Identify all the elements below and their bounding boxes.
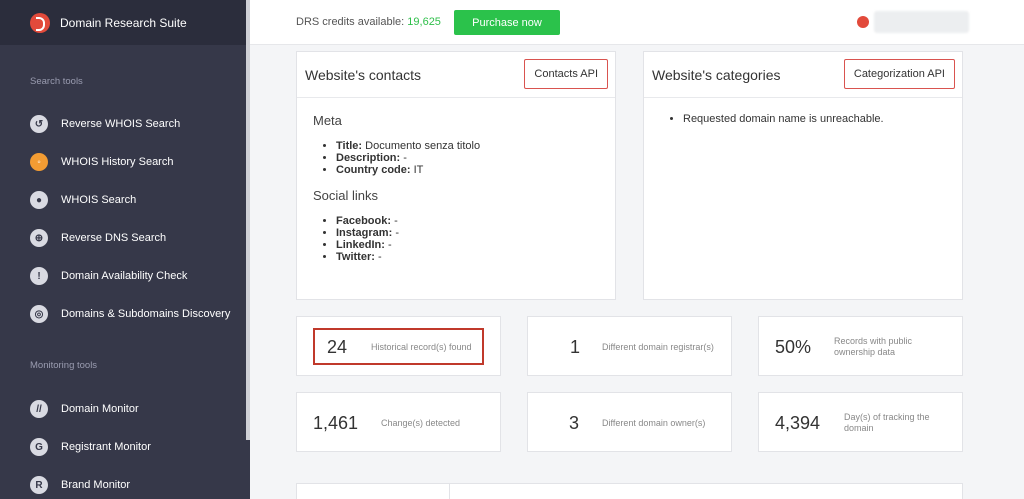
sidebar-item-label: WHOIS Search [61,194,137,206]
user-account-redacted[interactable] [874,11,969,33]
sidebar-item-subdomains-discovery[interactable]: ◎ Domains & Subdomains Discovery [30,304,230,324]
sidebar-item-registrant-monitor[interactable]: G Registrant Monitor [30,437,151,457]
list-item: LinkedIn: - [336,239,599,251]
social-key: LinkedIn: [336,239,385,251]
list-item: Instagram: - [336,227,599,239]
brand[interactable]: Domain Research Suite [0,0,250,45]
social-key: Facebook: [336,215,392,227]
brand-monitor-icon: R [30,476,48,494]
stat-value: 1 [570,337,581,357]
registrant-monitor-icon: G [30,438,48,456]
contacts-card-body: Meta Title: Documento senza titolo Descr… [297,98,615,290]
sidebar-item-label: Domains & Subdomains Discovery [61,308,231,320]
sidebar-item-reverse-dns[interactable]: ⊕ Reverse DNS Search [30,228,166,248]
meta-value: Documento senza titolo [365,140,481,152]
social-value: - [387,239,392,251]
app-name: Domain Research Suite [60,15,187,30]
categorization-api-button[interactable]: Categorization API [843,59,955,89]
categories-list: Requested domain name is unreachable. [660,113,946,125]
meta-key: Country code: [336,164,411,176]
list-item: Country code: IT [336,164,599,176]
purchase-button[interactable]: Purchase now [454,10,560,35]
stat-label: Different domain registrar(s) [602,342,714,352]
user-icon[interactable] [857,16,869,28]
social-value: - [395,227,399,239]
stat-value: 1,461 [313,413,359,433]
sidebar-scrollbar[interactable] [246,0,250,440]
highlight-box [313,328,484,365]
social-value: - [377,251,382,263]
contacts-card: Website's contacts Contacts API Meta Tit… [296,51,616,300]
stat-public-ownership: 50% Records with public ownership data [758,316,963,376]
meta-key: Description: [336,152,401,164]
sidebar-item-domain-monitor[interactable]: // Domain Monitor [30,399,139,419]
categories-card-header: Website's categories Categorization API [644,52,962,98]
list-item: Requested domain name is unreachable. [683,113,946,125]
social-key: Twitter: [336,251,375,263]
meta-value: - [403,152,407,164]
list-item: Description: - [336,152,599,164]
sidebar-item-label: Registrant Monitor [61,441,151,453]
stat-label: Records with public ownership data [834,336,913,357]
stat-value: 4,394 [775,413,821,433]
stat-label: Day(s) of tracking the domain [844,412,930,433]
social-heading: Social links [313,188,379,203]
sidebar-item-domain-availability[interactable]: ! Domain Availability Check [30,266,187,286]
domain-monitor-icon: // [30,400,48,418]
bottom-card-tab[interactable] [297,484,450,499]
social-key: Instagram: [336,227,393,239]
globe-icon: ⊕ [30,229,48,247]
meta-heading: Meta [313,113,342,128]
stat-label: Change(s) detected [381,418,461,428]
social-value: - [394,215,398,227]
stat-tracking-days: 4,394 Day(s) of tracking the domain [758,392,963,452]
social-list: Facebook: - Instagram: - LinkedIn: - Twi… [313,215,599,263]
sidebar-item-label: Domain Availability Check [61,270,188,282]
sidebar-item-label: Brand Monitor [61,479,131,491]
meta-value: IT [413,164,424,176]
sidebar-item-label: Reverse WHOIS Search [61,118,181,130]
stat-registrars: 1 Different domain registrar(s) [527,316,732,376]
list-item: Twitter: - [336,251,599,263]
stat-changes-detected: 1,461 Change(s) detected [296,392,501,452]
credits-value: 19,625 [407,16,441,28]
list-item: Title: Documento senza titolo [336,140,599,152]
sidebar-item-label: Reverse DNS Search [61,232,167,244]
reverse-whois-icon: ↺ [30,115,48,133]
credits-label: DRS credits available: [296,16,405,28]
meta-list: Title: Documento senza titolo Descriptio… [313,140,599,176]
list-item: Facebook: - [336,215,599,227]
section-label-search: Search tools [30,76,83,87]
contacts-api-button[interactable]: Contacts API [524,59,608,89]
sidebar-item-label: Domain Monitor [61,403,139,415]
user-search-icon: ● [30,191,48,209]
stat-label: Different domain owner(s) [602,418,706,428]
topbar: DRS credits available: 19,625 Purchase n… [250,0,1024,45]
sidebar-item-whois-search[interactable]: ● WHOIS Search [30,190,136,210]
sidebar: Domain Research Suite Search tools ↺ Rev… [0,0,250,499]
bottom-card [296,483,963,499]
logo-icon [30,12,50,33]
sidebar-item-label: WHOIS History Search [61,156,174,168]
stat-value: 3 [569,413,580,433]
target-icon: ◎ [30,305,48,323]
alert-icon: ! [30,267,48,285]
contacts-card-title: Website's contacts [305,66,422,83]
credits-display: DRS credits available: 19,625 [296,16,441,28]
contacts-card-header: Website's contacts Contacts API [297,52,615,98]
stat-domain-owners: 3 Different domain owner(s) [527,392,732,452]
sidebar-item-reverse-whois[interactable]: ↺ Reverse WHOIS Search [30,114,180,134]
meta-key: Title: [336,140,363,152]
history-icon: ◦ [30,153,48,171]
categories-card-title: Website's categories [652,66,781,83]
stat-value: 50% [775,337,812,357]
sidebar-item-brand-monitor[interactable]: R Brand Monitor [30,475,130,495]
sidebar-item-whois-history[interactable]: ◦ WHOIS History Search [30,152,173,172]
categories-card-body: Requested domain name is unreachable. [644,98,962,152]
categories-card: Website's categories Categorization API … [643,51,963,300]
section-label-monitoring: Monitoring tools [30,360,98,371]
